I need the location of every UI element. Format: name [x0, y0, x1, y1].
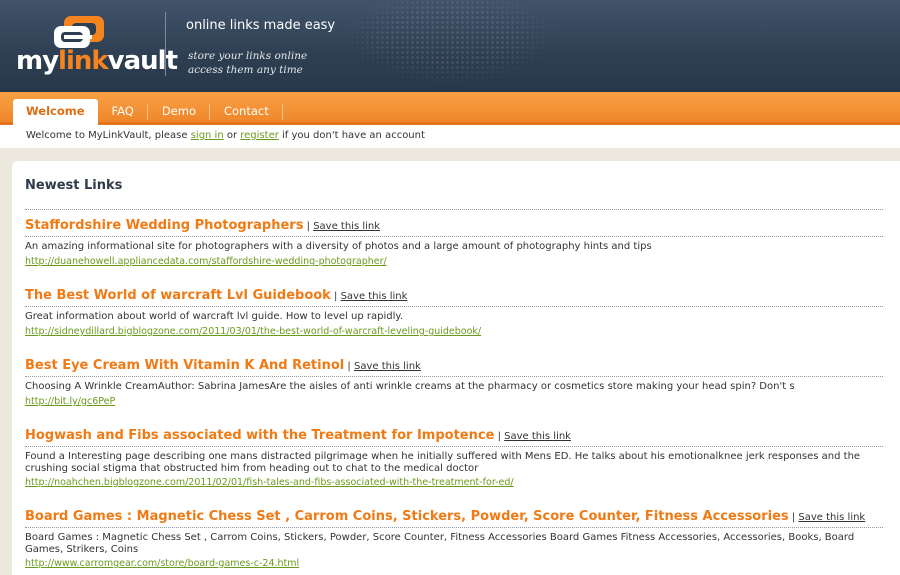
save-link-button[interactable]: Save this link [798, 512, 865, 523]
sign-in-link[interactable]: sign in [191, 130, 224, 141]
logo-wordmark[interactable]: mylinkvault [16, 46, 178, 76]
world-map-graphic [330, 0, 570, 92]
link-item-title[interactable]: Best Eye Cream With Vitamin K And Retino… [25, 358, 421, 373]
link-item-description: Choosing A Wrinkle CreamAuthor: Sabrina … [25, 381, 795, 392]
link-item-title[interactable]: Staffordshire Wedding Photographers | Sa… [25, 218, 380, 233]
tab-contact[interactable]: Contact [210, 99, 283, 125]
link-item-url[interactable]: http://bit.ly/gc6PeP [25, 396, 115, 407]
tab-demo[interactable]: Demo [148, 99, 211, 125]
page-title: Newest Links [25, 178, 123, 193]
link-item-url[interactable]: http://sidneydillard.bigblogzone.com/201… [25, 326, 481, 337]
link-item-description: Great information about world of warcraf… [25, 311, 404, 322]
link-item-title[interactable]: Hogwash and Fibs associated with the Tre… [25, 428, 571, 443]
link-item-title[interactable]: Board Games : Magnetic Chess Set , Carro… [25, 509, 865, 524]
divider [25, 306, 883, 307]
link-item-description: An amazing informational site for photog… [25, 241, 652, 252]
save-link-button[interactable]: Save this link [341, 291, 408, 302]
site-header: mylinkvault online links made easy store… [0, 0, 900, 92]
header-divider [165, 12, 166, 76]
divider [25, 209, 883, 210]
save-link-button[interactable]: Save this link [504, 431, 571, 442]
welcome-message: Welcome to MyLinkVault, please sign in o… [0, 125, 900, 148]
link-item-title[interactable]: The Best World of warcraft Lvl Guidebook… [25, 288, 407, 303]
tab-faq[interactable]: FAQ [98, 99, 149, 125]
divider [25, 527, 883, 528]
tagline-sub: store your links online access them any … [188, 50, 308, 76]
link-item-url[interactable]: http://noahchen.bigblogzone.com/2011/02/… [25, 477, 514, 488]
tab-welcome[interactable]: Welcome [13, 99, 98, 125]
divider [25, 446, 883, 447]
link-item-url[interactable]: http://duanehowell.appliancedata.com/sta… [25, 256, 387, 267]
link-item-description: Found a Interesting page describing one … [25, 451, 861, 474]
save-link-button[interactable]: Save this link [313, 221, 380, 232]
tagline: online links made easy [186, 18, 336, 33]
divider [25, 236, 883, 237]
register-link[interactable]: register [240, 130, 279, 141]
main-nav: Welcome FAQ Demo Contact [0, 92, 900, 125]
divider [25, 376, 883, 377]
save-link-button[interactable]: Save this link [354, 361, 421, 372]
link-item-description: Board Games : Magnetic Chess Set , Carro… [25, 532, 855, 555]
link-item-url[interactable]: http://www.carromgear.com/store/board-ga… [25, 558, 299, 569]
